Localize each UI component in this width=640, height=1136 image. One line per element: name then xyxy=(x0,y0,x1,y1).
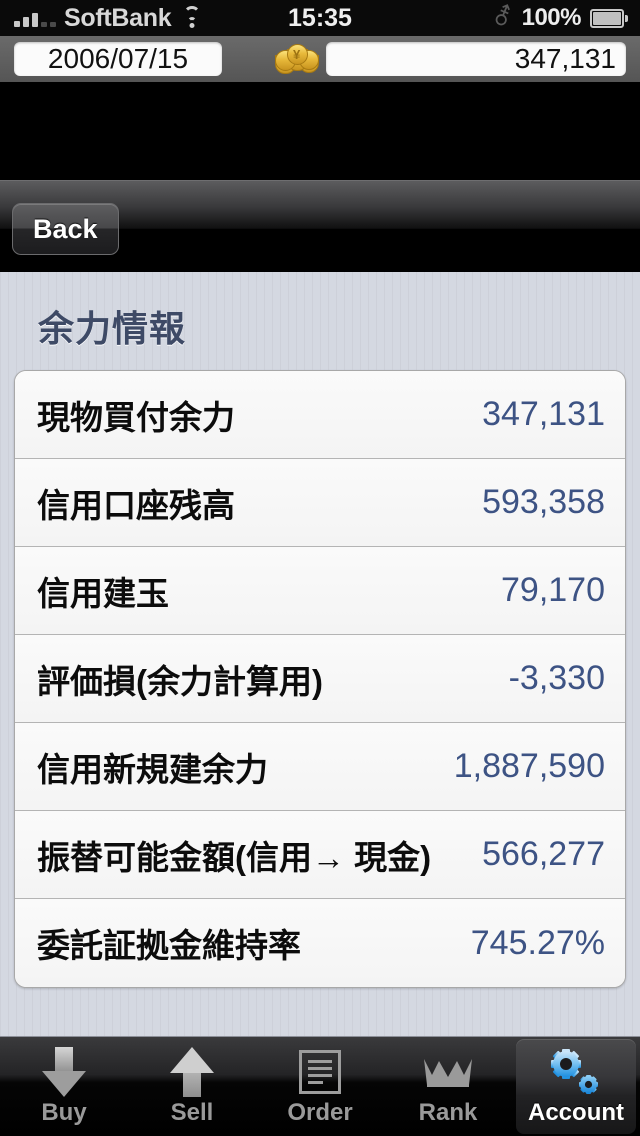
navigation-bar: Back xyxy=(0,180,640,272)
app-screen: SoftBank 15:35 ⚦ 100% 2006/07/15 ¥ 347,1… xyxy=(0,0,640,1136)
table-row[interactable]: 現物買付余力 347,131 xyxy=(15,371,625,459)
tab-bar: Buy Sell Order Rank Account xyxy=(0,1036,640,1136)
coin-stack-icon: ¥ xyxy=(274,41,320,77)
row-label: 現物買付余力 xyxy=(37,398,235,436)
row-label: 振替可能金額(信用→ 現金) xyxy=(37,838,432,876)
table-row[interactable]: 信用新規建余力 1,887,590 xyxy=(15,723,625,811)
battery-icon xyxy=(590,8,628,28)
document-lines-icon xyxy=(288,1046,352,1098)
back-button[interactable]: Back xyxy=(12,203,119,255)
row-value: 566,277 xyxy=(482,835,605,873)
row-label: 評価損(余力計算用) xyxy=(37,662,323,700)
tab-label: Order xyxy=(287,1099,353,1126)
tab-label: Rank xyxy=(418,1099,478,1126)
row-value: 1,887,590 xyxy=(453,747,605,785)
arrow-down-icon xyxy=(32,1046,96,1098)
page-title: 余力情報 xyxy=(38,308,187,349)
tab-rank[interactable]: Rank xyxy=(384,1037,512,1136)
amount-field[interactable]: 347,131 xyxy=(326,42,626,76)
row-value: 593,358 xyxy=(482,483,605,521)
row-value: 347,131 xyxy=(482,395,605,433)
tab-label: Buy xyxy=(41,1099,87,1126)
bluetooth-icon: ⚦ xyxy=(492,4,513,31)
gears-icon xyxy=(544,1046,608,1098)
black-spacer xyxy=(0,82,640,180)
info-card: 現物買付余力 347,131 信用口座残高 593,358 信用建玉 79,170 評価損(… xyxy=(14,370,626,988)
status-bar-right: ⚦ 100% xyxy=(492,0,628,36)
table-row[interactable]: 評価損(余力計算用) -3,330 xyxy=(15,635,625,723)
table-row[interactable]: 振替可能金額(信用→ 現金) 566,277 xyxy=(15,811,625,899)
row-value: 745.27% xyxy=(470,923,605,962)
row-label: 信用口座残高 xyxy=(37,486,235,524)
row-label: 信用建玉 xyxy=(37,574,169,612)
row-value: -3,330 xyxy=(508,659,605,697)
row-value: 79,170 xyxy=(501,571,605,609)
tab-sell[interactable]: Sell xyxy=(128,1037,256,1136)
table-row[interactable]: 委託証拠金維持率 745.27% xyxy=(15,899,625,987)
tab-label: Account xyxy=(528,1099,624,1126)
table-row[interactable]: 信用建玉 79,170 xyxy=(15,547,625,635)
content-area: 余力情報 現物買付余力 347,131 信用口座残高 593,358 信用建玉 79,17… xyxy=(0,272,640,1036)
arrow-up-icon xyxy=(160,1046,224,1098)
battery-percent: 100% xyxy=(521,4,582,31)
status-bar: SoftBank 15:35 ⚦ 100% xyxy=(0,0,640,36)
row-label: 委託証拠金維持率 xyxy=(37,927,301,964)
tab-order[interactable]: Order xyxy=(256,1037,384,1136)
clock: 15:35 xyxy=(288,3,352,32)
date-field[interactable]: 2006/07/15 xyxy=(14,42,222,76)
tab-account[interactable]: Account xyxy=(512,1037,640,1136)
tab-label: Sell xyxy=(170,1099,214,1126)
tab-buy[interactable]: Buy xyxy=(0,1037,128,1136)
row-label: 信用新規建余力 xyxy=(37,750,268,788)
crown-icon xyxy=(416,1046,480,1098)
info-header-bar: 2006/07/15 ¥ 347,131 xyxy=(0,36,640,82)
table-row[interactable]: 信用口座残高 593,358 xyxy=(15,459,625,547)
